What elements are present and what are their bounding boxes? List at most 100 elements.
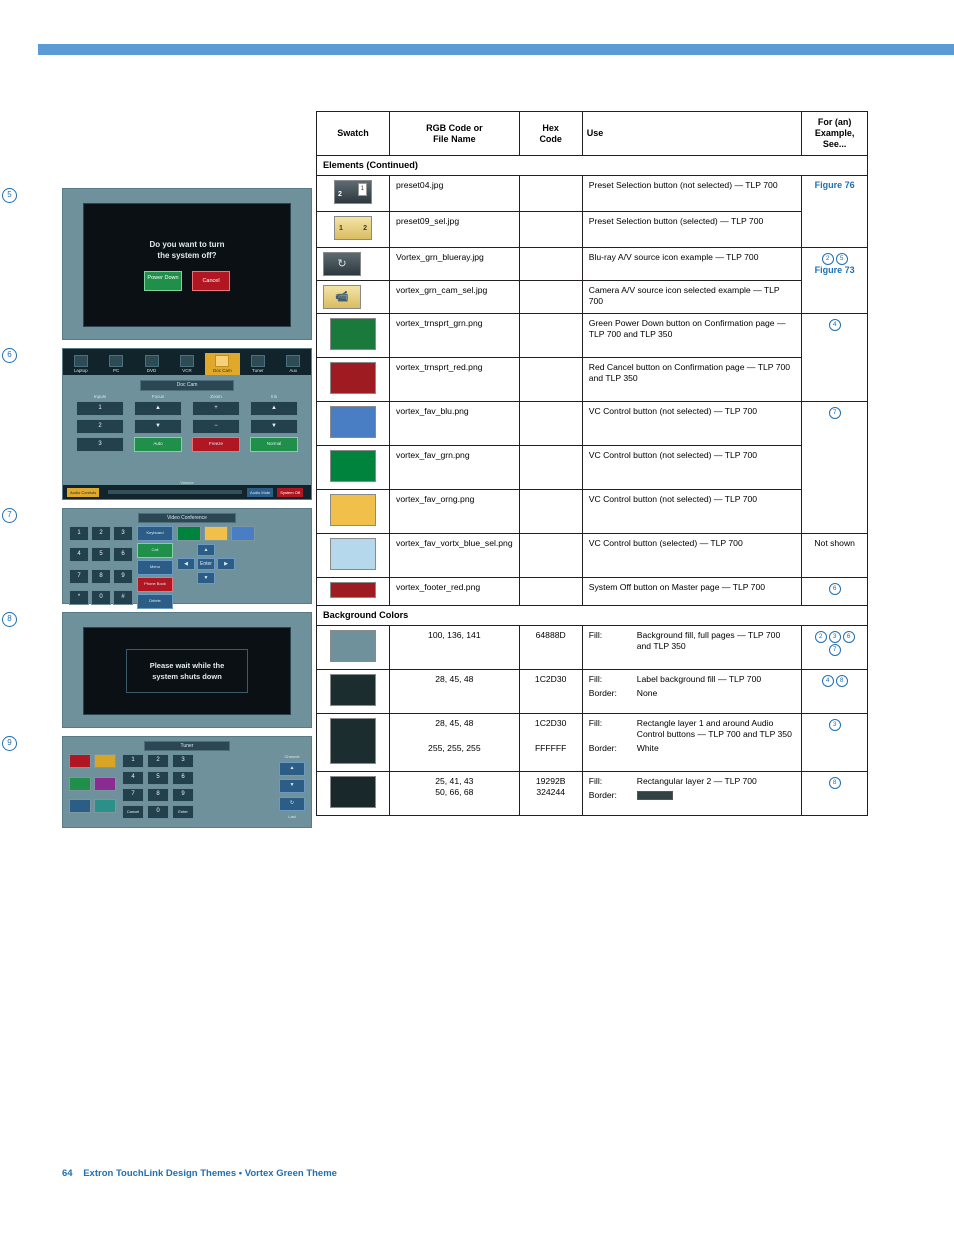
tuner-src-6[interactable] bbox=[94, 799, 116, 814]
focus-up-button[interactable]: ▲ bbox=[134, 401, 182, 416]
iris-up-button[interactable]: ▲ bbox=[250, 401, 298, 416]
darkteal-solid-swatch bbox=[330, 674, 377, 706]
vc-control-blue[interactable] bbox=[231, 526, 255, 541]
vc-key-8[interactable]: 8 bbox=[91, 568, 111, 584]
vc-call-button[interactable]: Call bbox=[137, 543, 173, 558]
use-fav-vortx-blue-sel: VC Control button (selected) — TLP 700 bbox=[581, 533, 803, 578]
audio-controls-button[interactable]: Audio Controls bbox=[67, 487, 100, 497]
tuner-key-7[interactable]: 7 bbox=[122, 788, 144, 802]
example-bg-darkest: 8 bbox=[801, 771, 868, 816]
volume-slider[interactable] bbox=[108, 490, 243, 494]
system-off-button[interactable]: System Off bbox=[277, 487, 303, 497]
tuner-channel-up[interactable]: ▲ bbox=[279, 762, 305, 777]
tuner-src-4[interactable] bbox=[94, 776, 116, 791]
vc-key-5[interactable]: 5 bbox=[91, 547, 111, 563]
zoom-in-button[interactable]: + bbox=[192, 401, 240, 416]
shutdown-screen: Please wait while the system shuts down bbox=[83, 627, 291, 715]
nav-item-pc[interactable]: PC bbox=[98, 353, 133, 375]
nav-label-dvd: DVD bbox=[146, 368, 157, 373]
tuner-key-6[interactable]: 6 bbox=[172, 771, 194, 785]
input-button-2[interactable]: 2 bbox=[76, 419, 124, 434]
vc-key-0[interactable]: 0 bbox=[91, 589, 111, 605]
audio-mute-button[interactable]: Audio Mute bbox=[247, 487, 274, 497]
vcr-icon bbox=[179, 355, 194, 367]
use-bg-darkteal2: Fill: Rectangle layer 1 and around Audio… bbox=[581, 713, 803, 772]
tuner-src-2[interactable] bbox=[94, 754, 116, 768]
nav-item-dvd[interactable]: DVD bbox=[134, 353, 169, 375]
vc-key-star[interactable]: * bbox=[69, 589, 89, 605]
vc-key-1[interactable]: 1 bbox=[69, 526, 89, 541]
vc-key-2[interactable]: 2 bbox=[91, 526, 111, 541]
vc-phone-book-button[interactable]: Phone Book bbox=[137, 577, 173, 592]
figure-73-link[interactable]: Figure 73 bbox=[815, 265, 855, 275]
hex-bg-darkteal2-line1: 1C2D30 bbox=[534, 718, 567, 728]
vc-control-green[interactable] bbox=[177, 526, 201, 541]
blue-solid-swatch bbox=[330, 406, 377, 438]
tuner-cancel-button[interactable]: Cancel bbox=[122, 805, 144, 819]
nav-item-vcr[interactable]: VCR bbox=[169, 353, 204, 375]
input-button-3[interactable]: 3 bbox=[76, 437, 124, 452]
tuner-key-9[interactable]: 9 bbox=[172, 788, 194, 802]
section-row-elements: Elements (Continued) bbox=[316, 155, 868, 176]
table-row: vortex_footer_red.png System Off button … bbox=[315, 577, 868, 606]
figure-76-link[interactable]: Figure 76 bbox=[815, 180, 855, 190]
tuner-key-2[interactable]: 2 bbox=[147, 754, 169, 768]
nav-item-tuner[interactable]: Tuner bbox=[240, 353, 275, 375]
example-bg-darkteal2: 3 bbox=[801, 713, 868, 772]
iris-down-button[interactable]: ▼ bbox=[250, 419, 298, 434]
use-grid-bg-darkteal2: Fill: Rectangle layer 1 and around Audio… bbox=[589, 718, 796, 754]
nav-item-doc-cam[interactable]: Doc Cam bbox=[204, 353, 241, 375]
tuner-src-1[interactable] bbox=[69, 754, 91, 768]
freeze-button[interactable]: Freeze bbox=[192, 437, 240, 452]
tuner-key-0[interactable]: 0 bbox=[147, 805, 169, 819]
tuner-channel-down[interactable]: ▼ bbox=[279, 779, 305, 794]
nav-item-aux[interactable]: Aux bbox=[276, 353, 311, 375]
vc-key-hash[interactable]: # bbox=[113, 589, 133, 605]
focus-auto-button[interactable]: Auto bbox=[134, 437, 182, 452]
iris-normal-button[interactable]: Normal bbox=[250, 437, 298, 452]
focus-down-button[interactable]: ▼ bbox=[134, 419, 182, 434]
rgb-bg-darkteal2: 28, 45, 48 255, 255, 255 bbox=[389, 713, 520, 772]
vc-key-4[interactable]: 4 bbox=[69, 547, 89, 563]
vc-arrow-down[interactable]: ▼ bbox=[197, 572, 215, 584]
tuner-key-3[interactable]: 3 bbox=[172, 754, 194, 768]
vc-key-7[interactable]: 7 bbox=[69, 568, 89, 584]
header-rgb-line1: RGB Code or bbox=[426, 122, 483, 133]
tuner-src-5[interactable] bbox=[69, 799, 91, 814]
tuner-src-3[interactable] bbox=[69, 776, 91, 791]
vc-key-9[interactable]: 9 bbox=[113, 568, 133, 584]
input-button-1[interactable]: 1 bbox=[76, 401, 124, 416]
tuner-key-8[interactable]: 8 bbox=[147, 788, 169, 802]
vc-key-3[interactable]: 3 bbox=[113, 526, 133, 541]
tuner-enter-button[interactable]: Enter bbox=[172, 805, 194, 819]
header-example: For (an) Example, See... bbox=[801, 111, 868, 156]
tuner-key-4[interactable]: 4 bbox=[122, 771, 144, 785]
vc-menu-button[interactable]: Menu bbox=[137, 560, 173, 575]
vc-arrow-left[interactable]: ◀ bbox=[177, 558, 195, 570]
example-figure-73[interactable]: 25 Figure 73 bbox=[801, 247, 868, 314]
example-bg-teal: 236 7 bbox=[801, 625, 868, 670]
tuner-last-button[interactable]: ↻ bbox=[279, 796, 305, 811]
header-rgb: RGB Code or File Name bbox=[389, 111, 520, 156]
pc-icon bbox=[109, 355, 124, 367]
cancel-button[interactable]: Cancel bbox=[192, 271, 230, 291]
vc-key-6[interactable]: 6 bbox=[113, 547, 133, 563]
example-figure-76[interactable]: Figure 76 bbox=[801, 175, 868, 248]
tuner-key-1[interactable]: 1 bbox=[122, 754, 144, 768]
zoom-out-button[interactable]: − bbox=[192, 419, 240, 434]
border-text-bg-darkteal: None bbox=[636, 688, 658, 698]
tuner-key-5[interactable]: 5 bbox=[147, 771, 169, 785]
nav-item-laptop[interactable]: Laptop bbox=[63, 353, 98, 375]
table-row: 1 2 preset09_sel.jpg Preset Selection bu… bbox=[315, 211, 868, 248]
power-down-button[interactable]: Power Down bbox=[144, 271, 182, 291]
figure-column: 5 Do you want to turn the system off? Po… bbox=[2, 188, 312, 836]
vc-keyboard-button[interactable]: Keyboard bbox=[137, 526, 173, 541]
example-circle-2: 2 bbox=[814, 631, 827, 643]
vc-arrow-right[interactable]: ▶ bbox=[217, 558, 235, 570]
vc-control-orange[interactable] bbox=[204, 526, 228, 541]
vc-arrow-up[interactable]: ▲ bbox=[197, 544, 215, 556]
filename-preset09: preset09_sel.jpg bbox=[389, 211, 520, 248]
table-row: vortex_trnsprt_red.png Red Cancel button… bbox=[315, 357, 868, 402]
vc-enter-button[interactable]: Enter bbox=[197, 558, 215, 570]
vc-delete-button[interactable]: Delete bbox=[137, 594, 173, 609]
